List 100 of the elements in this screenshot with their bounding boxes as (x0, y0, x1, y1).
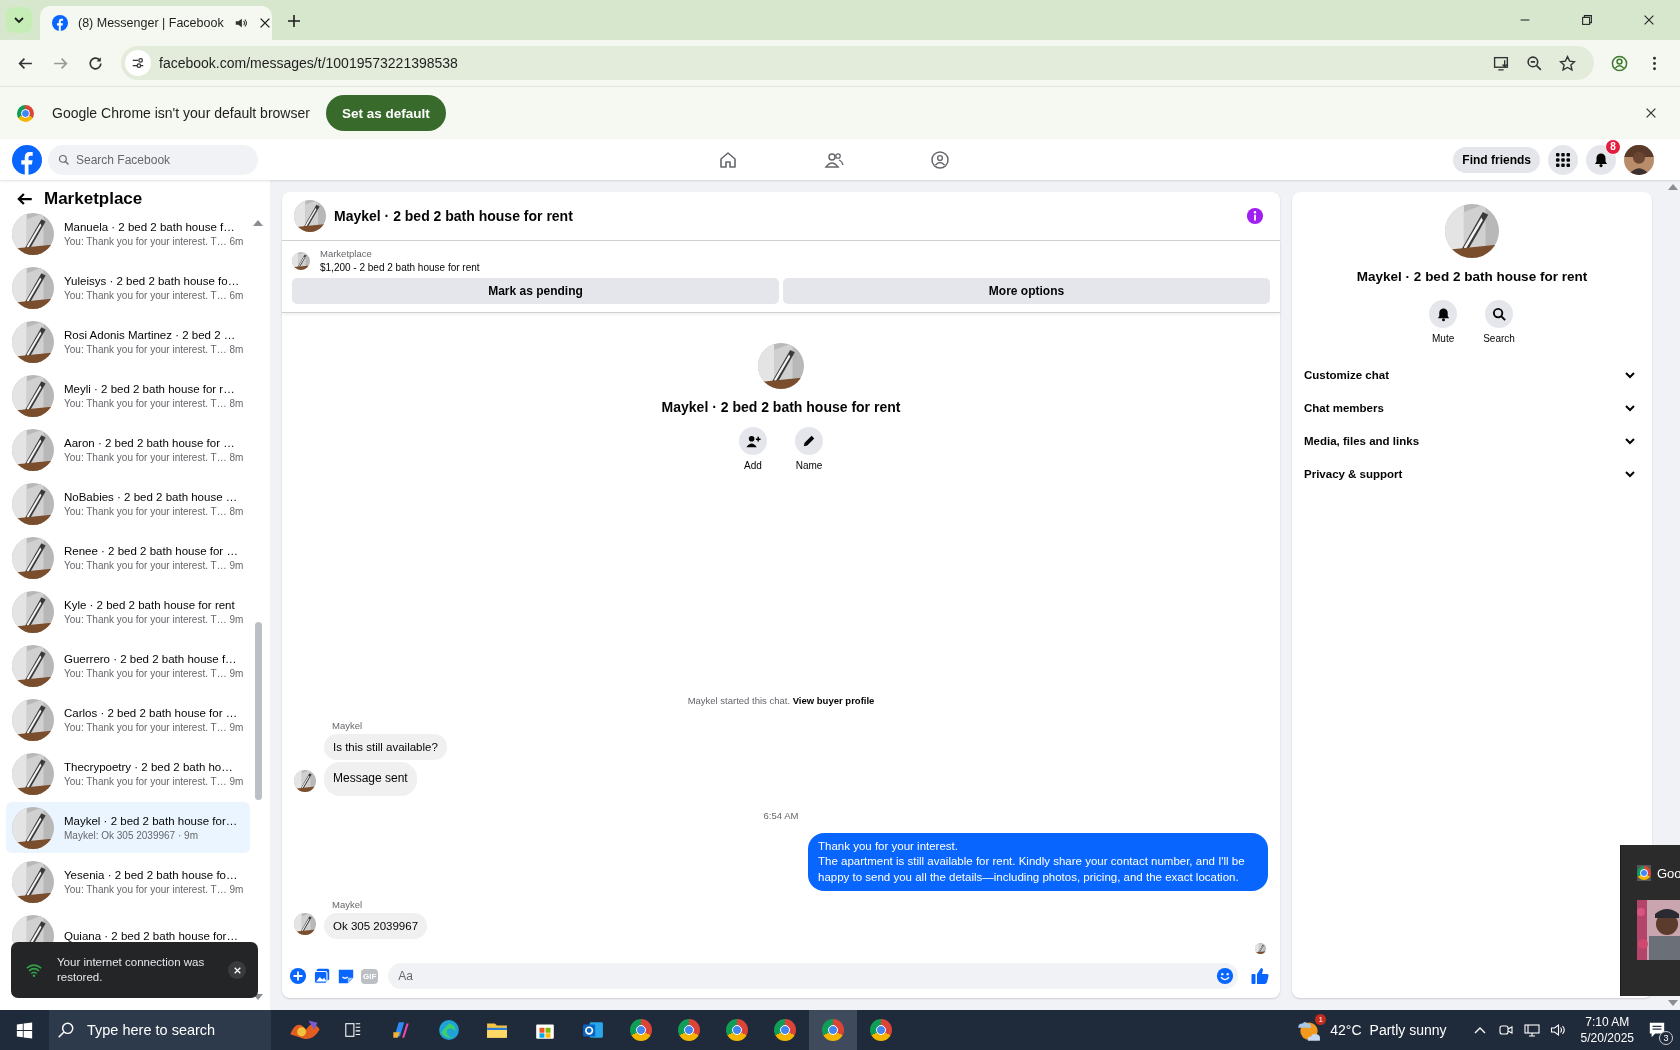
section-header[interactable]: Chat members (1304, 391, 1640, 424)
listing-action-button[interactable]: More options (783, 278, 1270, 304)
chat-list-item[interactable]: Renee · 2 bed 2 bath house for … You: Thank you for your interest. T… 9m (6, 532, 250, 583)
notification-center-icon[interactable] (1648, 1021, 1666, 1039)
chat-list-item[interactable]: Yesenia · 2 bed 2 bath house fo… You: Thank you for your interest. T… 9m (6, 856, 250, 907)
search-field[interactable]: Search Facebook (48, 144, 258, 175)
chat-preview: You: Thank you for your interest. T… 6m (64, 289, 244, 301)
close-icon[interactable] (1642, 13, 1656, 27)
pencil-icon (802, 434, 816, 448)
message-input[interactable]: Aa (388, 963, 1238, 989)
browser-logo-icon (17, 104, 34, 122)
start-icon[interactable] (16, 1021, 33, 1039)
new-tab-icon[interactable] (286, 13, 302, 29)
volume-icon[interactable] (1549, 1022, 1566, 1038)
view-profile-link[interactable]: View buyer profile (792, 694, 875, 706)
chat-title: Rosi Adonis Martinez · 2 bed 2 … (64, 328, 236, 341)
section-header[interactable]: Media, files and links (1304, 424, 1640, 457)
add-person-button[interactable] (739, 427, 767, 455)
star-icon[interactable] (1559, 54, 1576, 72)
speaker-icon[interactable] (233, 16, 248, 30)
address-bar[interactable]: facebook.com/messages/t/10019573221398538 (121, 46, 1594, 80)
action-label: Mute (1432, 333, 1455, 344)
close-icon (232, 965, 242, 975)
mute-button[interactable] (1429, 300, 1458, 328)
chat-list-item[interactable]: Yuleisys · 2 bed 2 bath house fo… You: Thank you for your interest. T… 6m (6, 262, 250, 313)
groups-icon[interactable] (930, 149, 950, 170)
set-default-button[interactable]: Set as default (325, 95, 446, 131)
conversation-title: Maykel · 2 bed 2 bath house for rent (334, 208, 573, 224)
facebook-logo-icon[interactable] (12, 144, 42, 175)
taskbar-search-field[interactable]: Type here to search (49, 1010, 271, 1050)
chat-list-item[interactable]: Aaron · 2 bed 2 bath house for … You: Thank you for your interest. T… 8m (6, 424, 250, 475)
chat-list-item[interactable]: Maykel · 2 bed 2 bath house for… Maykel: Ok 305 2039967 · 9m (6, 802, 250, 853)
notifications-button[interactable] (1586, 144, 1616, 175)
edit-name-button[interactable] (795, 427, 823, 455)
camera-icon[interactable] (1497, 1022, 1514, 1038)
search-icon (58, 153, 70, 166)
browser-tab[interactable]: (8) Messenger | Facebook (40, 6, 272, 40)
contact-name: Maykel · 2 bed 2 bath house for rent (661, 399, 901, 415)
chat-preview: You: Thank you for your interest. T… 6m (64, 235, 244, 247)
sticker-icon[interactable] (337, 967, 355, 985)
search-button[interactable] (1485, 300, 1513, 328)
find-friends-button[interactable]: Find friends (1453, 146, 1540, 173)
chat-list-item[interactable]: Manuela · 2 bed 2 bath house f… You: Thank you for your interest. T… 6m (6, 208, 250, 259)
chat-list-item[interactable]: Rosi Adonis Martinez · 2 bed 2 … You: Thank you for your interest. T… 8m (6, 316, 250, 367)
emoji-icon[interactable] (1216, 967, 1234, 985)
browser-icon (726, 1019, 748, 1041)
chat-title: Guerrero · 2 bed 2 bath house f… (64, 652, 237, 665)
close-icon[interactable] (1644, 106, 1658, 120)
message-bubble: Message sent (324, 761, 417, 796)
home-icon[interactable] (718, 149, 738, 170)
chat-title: NoBabies · 2 bed 2 bath house … (64, 490, 238, 503)
listing-title: $1,200 - 2 bed 2 bath house for rent (320, 262, 480, 273)
section-header[interactable]: Privacy & support (1304, 457, 1640, 490)
listing-source: Marketplace (320, 248, 373, 259)
chat-list-item[interactable]: Meyli · 2 bed 2 bath house for r… You: Thank you for your interest. T… 8m (6, 370, 250, 421)
chat-list-item[interactable]: Kyle · 2 bed 2 bath house for rent You: Thank you for your interest. T… 9m (6, 586, 250, 637)
close-button[interactable] (228, 961, 246, 979)
system-message: Maykel started this chat. View buyer profile (687, 694, 875, 706)
site-settings-icon[interactable] (125, 50, 151, 76)
browser-icon (774, 1019, 796, 1041)
bell-icon (1593, 151, 1609, 168)
sender-name: Maykel (332, 899, 364, 910)
add-person-icon (745, 433, 761, 449)
listing-action-button[interactable]: Mark as pending (292, 278, 779, 304)
browser-icon (630, 1019, 652, 1041)
chat-list-item[interactable]: Carlos · 2 bed 2 bath house for … You: Thank you for your interest. T… 9m (6, 694, 250, 745)
action-label: Name (795, 460, 823, 471)
profile-icon[interactable] (1611, 54, 1628, 72)
clock-time[interactable]: 7:10 AM (1585, 1014, 1630, 1030)
plus-icon[interactable] (289, 967, 307, 985)
sidebar-title: Marketplace (44, 189, 143, 209)
chat-list-item[interactable]: Thecrypoetry · 2 bed 2 bath ho… You: Thank you for your interest. T… 9m (6, 748, 250, 799)
browser-icon (870, 1019, 892, 1041)
temperature: 42°C (1330, 1022, 1362, 1038)
grid-icon (1555, 151, 1571, 168)
tab-title: (8) Messenger | Facebook (78, 16, 224, 30)
thumbs-up-icon[interactable] (1250, 966, 1270, 986)
sender-name: Maykel (332, 719, 364, 731)
reload-icon[interactable] (87, 54, 104, 72)
zoom-icon[interactable] (1526, 54, 1543, 72)
photo-icon[interactable] (313, 967, 331, 985)
mail-icon (582, 1019, 604, 1041)
ribbon-icon (390, 1019, 412, 1041)
clock-date[interactable]: 5/20/2025 (1580, 1030, 1634, 1046)
facebook-logo-icon (52, 15, 68, 31)
section-header[interactable]: Customize chat (1304, 358, 1640, 391)
action-label: Search (1483, 333, 1515, 344)
network-icon[interactable] (1523, 1022, 1540, 1038)
chat-preview: You: Thank you for your interest. T… 9m (64, 883, 244, 895)
url-text: facebook.com/messages/t/10019573221398538 (159, 55, 458, 71)
message-bubble: Is this still available? (324, 733, 447, 760)
apps-menu-button[interactable] (1548, 144, 1578, 175)
bell-icon (1435, 306, 1451, 322)
restore-icon[interactable] (1580, 13, 1594, 27)
tab-list-button[interactable] (6, 7, 32, 33)
install-icon[interactable] (1493, 54, 1510, 72)
info-icon[interactable] (1246, 207, 1264, 225)
chat-list-item[interactable]: Guerrero · 2 bed 2 bath house f… You: Thank you for your interest. T… 9m (6, 640, 250, 691)
chat-list-item[interactable]: NoBabies · 2 bed 2 bath house … You: Thank you for your interest. T… 8m (6, 478, 250, 529)
browser-icon (822, 1019, 844, 1041)
